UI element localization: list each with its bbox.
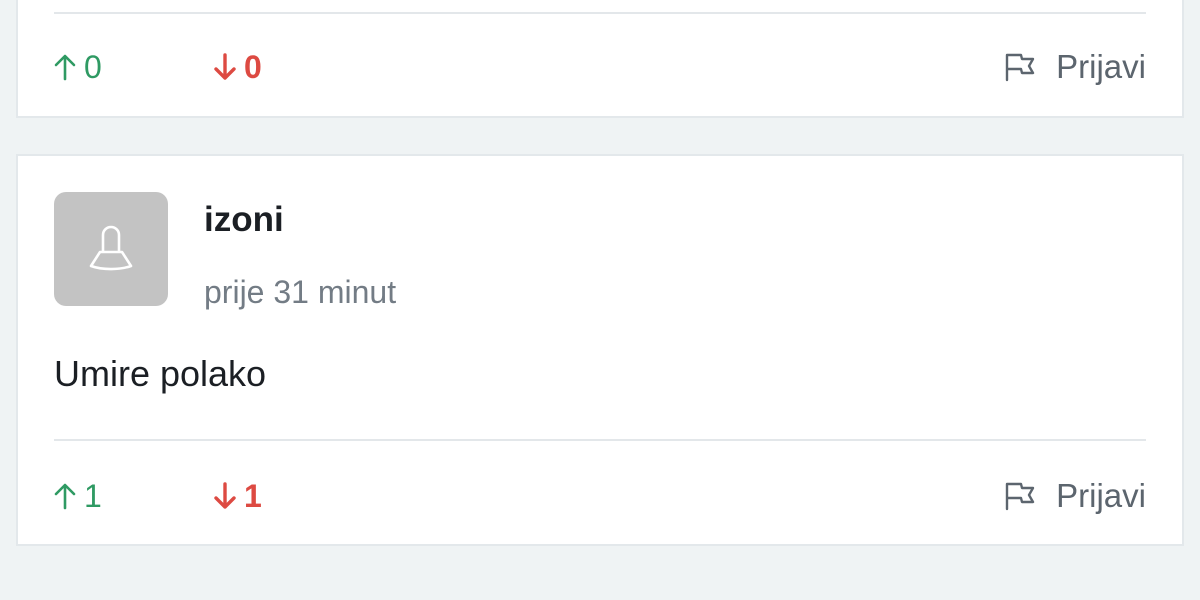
report-label: Prijavi	[1056, 477, 1146, 514]
arrow-down-icon	[214, 53, 236, 80]
avatar[interactable]	[54, 192, 168, 306]
arrow-up-icon	[54, 54, 76, 81]
report-button[interactable]: Prijavi	[1004, 42, 1146, 92]
arrow-up-icon	[54, 483, 76, 510]
flag-icon	[1005, 482, 1035, 511]
arrow-down-icon	[214, 482, 236, 509]
user-placeholder-icon	[89, 225, 133, 271]
comment-author[interactable]: izoni	[204, 200, 284, 240]
comment-text: Umire polako	[54, 353, 267, 394]
comment-divider	[54, 12, 1146, 14]
comment-actions: 0 0 Prijavi	[54, 42, 1146, 92]
upvote-count: 0	[84, 49, 102, 85]
comment-divider	[54, 439, 1146, 441]
comment-card: izoni prije 31 minut Umire polako 1 1 Pr…	[16, 154, 1184, 546]
upvote-count: 1	[84, 478, 102, 514]
upvote-button[interactable]: 1	[54, 471, 102, 521]
report-button[interactable]: Prijavi	[1004, 471, 1146, 521]
downvote-count: 0	[244, 49, 262, 85]
report-label: Prijavi	[1056, 48, 1146, 85]
downvote-button[interactable]: 1	[214, 471, 262, 521]
comment-actions: 1 1 Prijavi	[54, 471, 1146, 521]
flag-icon	[1005, 53, 1035, 82]
upvote-button[interactable]: 0	[54, 42, 102, 92]
downvote-count: 1	[244, 478, 262, 514]
comment-card: 0 0 Prijavi	[16, 0, 1184, 118]
downvote-button[interactable]: 0	[214, 42, 262, 92]
comment-timestamp: prije 31 minut	[204, 274, 397, 310]
